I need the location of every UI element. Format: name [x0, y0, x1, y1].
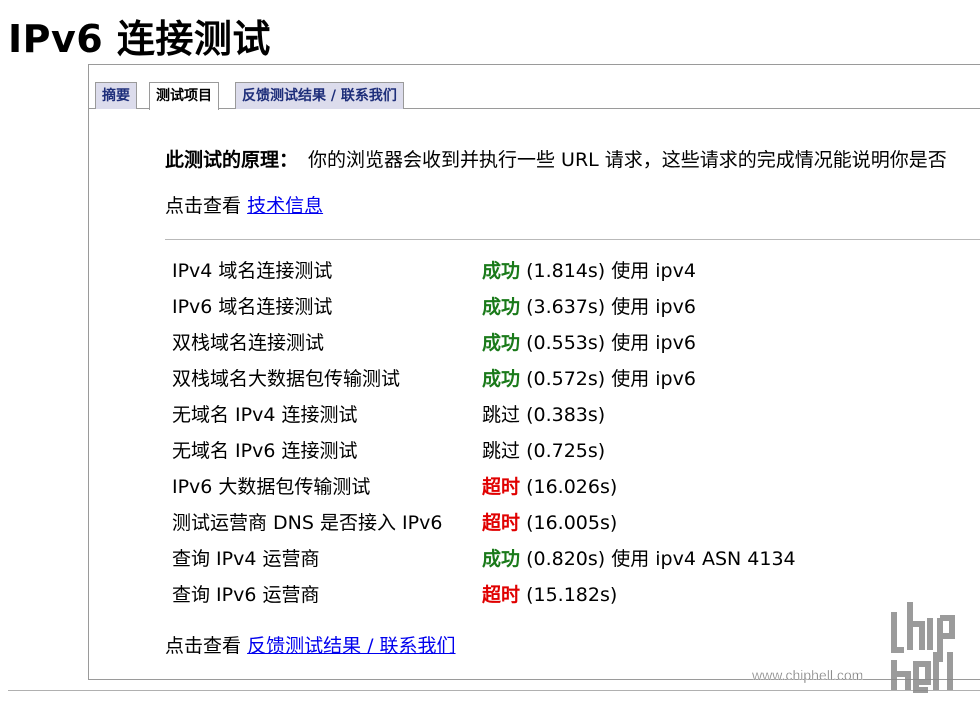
tab-summary[interactable]: 摘要 [95, 82, 137, 109]
feedback-link[interactable]: 反馈测试结果 / 联系我们 [247, 635, 455, 657]
feedback-prefix: 点击查看 [165, 635, 242, 657]
test-name: IPv6 大数据包传输测试 [172, 476, 371, 498]
table-row: 无域名 IPv4 连接测试 跳过 (0.383s) [172, 397, 980, 433]
test-name: IPv4 域名连接测试 [172, 260, 333, 282]
tab-feedback-contact[interactable]: 反馈测试结果 / 联系我们 [235, 82, 404, 109]
test-result: 超时 (16.026s) [482, 469, 617, 505]
test-name: 查询 IPv6 运营商 [172, 584, 320, 606]
table-row: IPv4 域名连接测试 成功 (1.814s) 使用 ipv4 [172, 253, 980, 289]
status-badge: 成功 [482, 368, 521, 390]
status-badge: 超时 [482, 476, 521, 498]
test-result: 成功 (0.553s) 使用 ipv6 [482, 325, 696, 361]
test-name: 双栈域名大数据包传输测试 [172, 368, 401, 390]
tab-test-items[interactable]: 测试项目 [149, 82, 219, 110]
status-badge: 跳过 [482, 440, 521, 462]
table-row: 查询 IPv4 运营商 成功 (0.820s) 使用 ipv4 ASN 4134 [172, 541, 980, 577]
watermark-logo-text: chiphell [752, 590, 757, 591]
principle-label: 此测试的原理： [165, 149, 299, 171]
watermark-site: www.chiphell.com [752, 667, 863, 683]
table-row: 测试运营商 DNS 是否接入 IPv6 超时 (16.005s) [172, 505, 980, 541]
test-result: 成功 (1.814s) 使用 ipv4 [482, 253, 696, 289]
test-name: 无域名 IPv4 连接测试 [172, 404, 358, 426]
status-badge: 超时 [482, 512, 521, 534]
test-result: 超时 (16.005s) [482, 505, 617, 541]
tab-bar: 摘要 测试项目 反馈测试结果 / 联系我们 [89, 65, 980, 110]
table-row: 无域名 IPv6 连接测试 跳过 (0.725s) [172, 433, 980, 469]
test-result: 跳过 (0.383s) [482, 397, 605, 433]
test-result: 跳过 (0.725s) [482, 433, 605, 469]
test-detail: (0.572s) 使用 ipv6 [526, 368, 696, 390]
test-detail: (15.182s) [526, 584, 618, 606]
test-name: 测试运营商 DNS 是否接入 IPv6 [172, 512, 443, 534]
chiphell-logo-icon [891, 602, 955, 693]
table-row: 双栈域名连接测试 成功 (0.553s) 使用 ipv6 [172, 325, 980, 361]
test-detail: (0.820s) 使用 ipv4 ASN 4134 [526, 548, 796, 570]
test-result: 超时 (15.182s) [482, 577, 617, 613]
test-name: IPv6 域名连接测试 [172, 296, 333, 318]
test-result: 成功 (0.572s) 使用 ipv6 [482, 361, 696, 397]
test-detail: (16.026s) [526, 476, 618, 498]
test-panel: 摘要 测试项目 反馈测试结果 / 联系我们 此测试的原理： 你的浏览器会收到并执行… [88, 64, 980, 680]
tech-info-prefix: 点击查看 [165, 195, 242, 217]
table-row: IPv6 大数据包传输测试 超时 (16.026s) [172, 469, 980, 505]
test-result: 成功 (0.820s) 使用 ipv4 ASN 4134 [482, 541, 796, 577]
tech-info-line: 点击查看 技术信息 [165, 189, 323, 223]
test-detail: (16.005s) [526, 512, 618, 534]
test-detail: (0.725s) [526, 440, 606, 462]
status-badge: 成功 [482, 548, 521, 570]
status-badge: 成功 [482, 260, 521, 282]
principle-line: 此测试的原理： 你的浏览器会收到并执行一些 URL 请求，这些请求的完成情况能说明… [165, 143, 947, 177]
tech-info-link[interactable]: 技术信息 [247, 195, 323, 217]
test-name: 无域名 IPv6 连接测试 [172, 440, 358, 462]
test-result: 成功 (3.637s) 使用 ipv6 [482, 289, 696, 325]
divider [165, 239, 980, 240]
test-name: 双栈域名连接测试 [172, 332, 325, 354]
test-name: 查询 IPv4 运营商 [172, 548, 320, 570]
test-detail: (1.814s) 使用 ipv4 [526, 260, 696, 282]
test-detail: (3.637s) 使用 ipv6 [526, 296, 696, 318]
table-row: 双栈域名大数据包传输测试 成功 (0.572s) 使用 ipv6 [172, 361, 980, 397]
chiphell-watermark: www.chiphell.com chiphell [752, 590, 955, 693]
table-row: IPv6 域名连接测试 成功 (3.637s) 使用 ipv6 [172, 289, 980, 325]
page-title: IPv6 连接测试 [8, 17, 271, 61]
feedback-line: 点击查看 反馈测试结果 / 联系我们 [165, 629, 456, 663]
principle-text: 你的浏览器会收到并执行一些 URL 请求，这些请求的完成情况能说明你是否 [308, 149, 947, 171]
test-detail: (0.553s) 使用 ipv6 [526, 332, 696, 354]
status-badge: 超时 [482, 584, 521, 606]
test-detail: (0.383s) [526, 404, 606, 426]
status-badge: 成功 [482, 296, 521, 318]
status-badge: 跳过 [482, 404, 521, 426]
status-badge: 成功 [482, 332, 521, 354]
